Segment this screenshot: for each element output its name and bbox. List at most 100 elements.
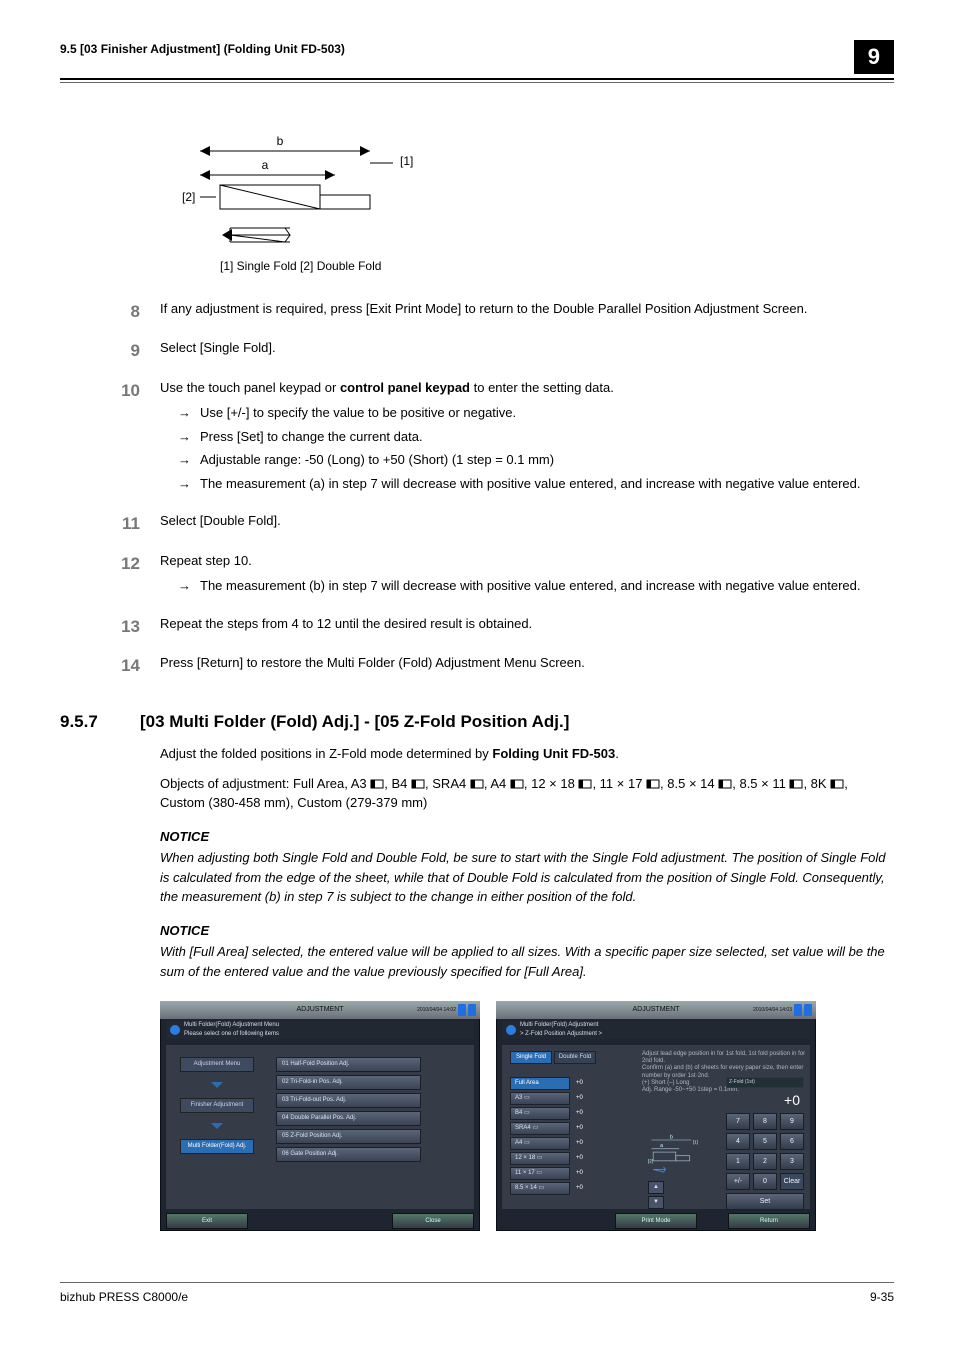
chevron-down-icon bbox=[211, 1082, 223, 1088]
paper-size-button[interactable]: A4 ▭ bbox=[510, 1137, 570, 1150]
paper-size-button[interactable]: A3 ▭ bbox=[510, 1092, 570, 1105]
breadcrumb-item[interactable]: Adjustment Menu bbox=[180, 1057, 254, 1072]
step-number: 13 bbox=[60, 614, 160, 640]
menu-button[interactable]: 01 Half-Fold Position Adj. bbox=[276, 1057, 421, 1072]
set-value: +0 bbox=[726, 1090, 804, 1111]
panel-header: ADJUSTMENT bbox=[632, 1006, 679, 1013]
menu-button[interactable]: 02 Tri-Fold-in Pos. Adj. bbox=[276, 1075, 421, 1090]
exit-button[interactable]: Exit bbox=[166, 1213, 248, 1229]
size-value: +0 bbox=[576, 1154, 583, 1163]
scroll-up-button[interactable]: ▲ bbox=[648, 1181, 664, 1194]
step-number: 8 bbox=[60, 299, 160, 325]
step-text: If any adjustment is required, press [Ex… bbox=[160, 299, 894, 325]
info-icon bbox=[506, 1025, 516, 1035]
svg-text:a: a bbox=[660, 1143, 663, 1149]
set-label: Z-Fold (1st) bbox=[726, 1077, 804, 1088]
paper-size-button[interactable]: B4 ▭ bbox=[510, 1107, 570, 1120]
step-sub: The measurement (b) in step 7 will decre… bbox=[178, 576, 894, 596]
step-number: 9 bbox=[60, 338, 160, 364]
step-text: Repeat step 10. bbox=[160, 553, 252, 568]
status-icon bbox=[804, 1004, 812, 1016]
keypad-key[interactable]: 8 bbox=[753, 1113, 777, 1130]
keypad-key[interactable]: 1 bbox=[726, 1153, 750, 1170]
step-text: Press [Return] to restore the Multi Fold… bbox=[160, 653, 894, 679]
step-number: 10 bbox=[60, 378, 160, 498]
step-sub: The measurement (a) in step 7 will decre… bbox=[178, 474, 894, 494]
svg-text:[1]: [1] bbox=[693, 1139, 698, 1144]
scroll-down-button[interactable]: ▼ bbox=[648, 1196, 664, 1209]
keypad-key[interactable]: 5 bbox=[753, 1133, 777, 1150]
keypad-key[interactable]: Clear bbox=[780, 1173, 804, 1190]
svg-text:b: b bbox=[670, 1134, 673, 1140]
svg-text:[2]: [2] bbox=[648, 1159, 653, 1164]
size-value: +0 bbox=[576, 1139, 583, 1148]
adjustment-screenshot: ADJUSTMENT 2010/04/04 14:03 Multi Folder… bbox=[496, 1001, 816, 1231]
return-button[interactable]: Return bbox=[728, 1213, 810, 1229]
keypad-key[interactable]: 6 bbox=[780, 1133, 804, 1150]
paper-size-button[interactable]: Full Area bbox=[510, 1077, 570, 1090]
panel-datetime: 2010/04/04 14:02 bbox=[417, 1001, 456, 1019]
notice-heading: NOTICE bbox=[160, 827, 894, 847]
breadcrumb-item[interactable]: Multi Folder(Fold) Adj. bbox=[180, 1139, 254, 1154]
step-number: 12 bbox=[60, 551, 160, 600]
tab-double-fold[interactable]: Double Fold bbox=[554, 1051, 596, 1064]
tab-single-fold[interactable]: Single Fold bbox=[510, 1051, 552, 1064]
keypad-key[interactable]: 7 bbox=[726, 1113, 750, 1130]
close-button[interactable]: Close bbox=[392, 1213, 474, 1229]
print-mode-button[interactable]: Print Mode bbox=[615, 1213, 697, 1229]
step-sub: Press [Set] to change the current data. bbox=[178, 427, 894, 447]
paper-size-button[interactable]: 12 × 18 ▭ bbox=[510, 1152, 570, 1165]
objects-text: Objects of adjustment: Full Area, A3 , B… bbox=[160, 774, 894, 813]
chapter-number: 9 bbox=[854, 40, 894, 74]
size-value: +0 bbox=[576, 1079, 583, 1088]
chevron-down-icon bbox=[211, 1123, 223, 1129]
notice-heading: NOTICE bbox=[160, 921, 894, 941]
panel-header: ADJUSTMENT bbox=[296, 1006, 343, 1013]
page-number: 9-35 bbox=[870, 1288, 894, 1306]
footer-product: bizhub PRESS C8000/e bbox=[60, 1288, 188, 1306]
keypad-key[interactable]: +/- bbox=[726, 1173, 750, 1190]
intro-text: Adjust the folded positions in Z-Fold mo… bbox=[160, 744, 894, 764]
menu-button[interactable]: 06 Gate Position Adj. bbox=[276, 1147, 421, 1162]
svg-text:[2]: [2] bbox=[182, 190, 195, 204]
menu-button[interactable]: 05 Z-Fold Position Adj. bbox=[276, 1129, 421, 1144]
breadcrumb-item[interactable]: Finisher Adjustment bbox=[180, 1098, 254, 1113]
diagram-caption: [1] Single Fold [2] Double Fold bbox=[220, 257, 894, 275]
paper-size-button[interactable]: SRA4 ▭ bbox=[510, 1122, 570, 1135]
size-value: +0 bbox=[576, 1094, 583, 1103]
menu-button[interactable]: 03 Tri-Fold-out Pos. Adj. bbox=[276, 1093, 421, 1108]
step-text: Repeat the steps from 4 to 12 until the … bbox=[160, 614, 894, 640]
step-text: Select [Single Fold]. bbox=[160, 338, 894, 364]
info-icon bbox=[170, 1025, 180, 1035]
paper-size-button[interactable]: 11 × 17 ▭ bbox=[510, 1167, 570, 1180]
svg-text:b: b bbox=[277, 134, 284, 148]
status-icon bbox=[458, 1004, 466, 1016]
fold-diagram: b a [1] [2] [1] Single Fold [2] Double F… bbox=[160, 123, 894, 275]
rule-thin bbox=[60, 82, 894, 83]
step-sub: Use [+/-] to specify the value to be pos… bbox=[178, 403, 894, 423]
keypad-key[interactable]: 4 bbox=[726, 1133, 750, 1150]
step-number: 11 bbox=[60, 511, 160, 537]
size-value: +0 bbox=[576, 1109, 583, 1118]
paper-size-button[interactable]: 8.5 × 14 ▭ bbox=[510, 1182, 570, 1195]
keypad-key[interactable]: 9 bbox=[780, 1113, 804, 1130]
svg-text:[1]: [1] bbox=[400, 154, 413, 168]
step-text: Select [Double Fold]. bbox=[160, 511, 894, 537]
section-title: [03 Multi Folder (Fold) Adj.] - [05 Z-Fo… bbox=[140, 709, 569, 735]
set-button[interactable]: Set bbox=[726, 1193, 804, 1210]
keypad-key[interactable]: 0 bbox=[753, 1173, 777, 1190]
rule-heavy bbox=[60, 78, 894, 80]
section-number: 9.5.7 bbox=[60, 709, 140, 735]
size-value: +0 bbox=[576, 1124, 583, 1133]
size-value: +0 bbox=[576, 1184, 583, 1193]
running-header: 9.5 [03 Finisher Adjustment] (Folding Un… bbox=[60, 40, 345, 58]
step-text: Use the touch panel keypad or control pa… bbox=[160, 380, 614, 395]
keypad-key[interactable]: 3 bbox=[780, 1153, 804, 1170]
mini-diagram: b a [2] [1] bbox=[648, 1133, 700, 1173]
menu-screenshot: ADJUSTMENT 2010/04/04 14:02 Multi Folder… bbox=[160, 1001, 480, 1231]
keypad-key[interactable]: 2 bbox=[753, 1153, 777, 1170]
notice-text: With [Full Area] selected, the entered v… bbox=[160, 942, 894, 981]
menu-button[interactable]: 04 Double Parallel Pos. Adj. bbox=[276, 1111, 421, 1126]
notice-text: When adjusting both Single Fold and Doub… bbox=[160, 848, 894, 907]
step-number: 14 bbox=[60, 653, 160, 679]
